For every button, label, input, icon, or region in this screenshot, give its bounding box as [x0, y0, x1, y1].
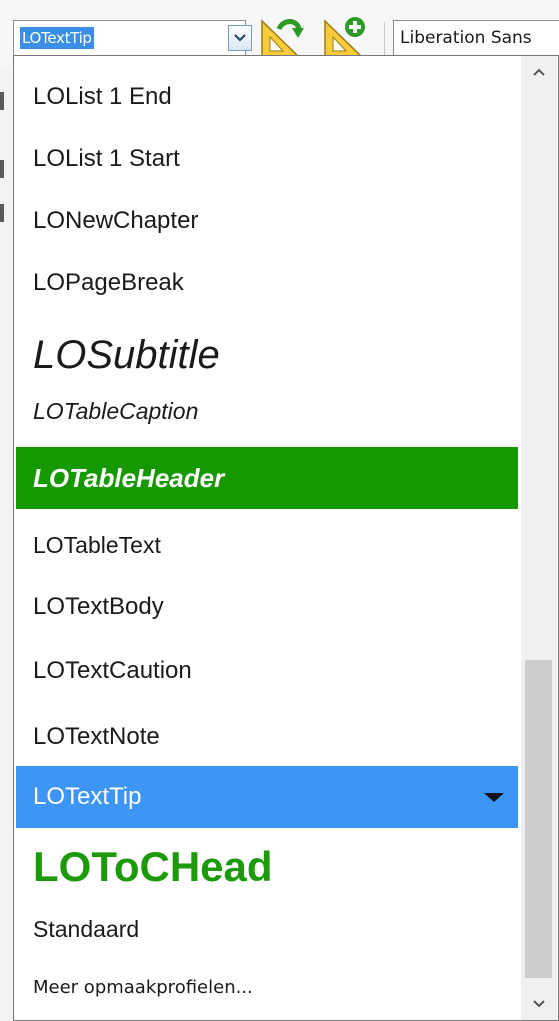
style-item-label: LOTextCaution	[33, 657, 192, 684]
style-item-lolist-1-end[interactable]: LOList 1 End	[16, 66, 518, 128]
style-item-label: LOTableCaption	[33, 397, 199, 424]
font-name-combobox[interactable]: Liberation Sans	[393, 20, 559, 56]
style-item-lotableheader[interactable]: LOTableHeader	[16, 447, 518, 509]
style-options-dropdown-icon[interactable]	[484, 793, 504, 802]
paragraph-style-value[interactable]: LOTextTip	[20, 27, 94, 49]
more-styles-label: Meer opmaakprofielen...	[33, 976, 253, 998]
style-item-label: LOPageBreak	[33, 269, 184, 296]
style-item-label: LOList 1 End	[33, 83, 172, 110]
style-item-lolist-1-start[interactable]: LOList 1 Start	[16, 128, 518, 190]
style-item-label: LOTextBody	[33, 593, 164, 620]
style-item-label: LOList 1 Start	[33, 145, 180, 172]
style-item-label: Standaard	[33, 915, 140, 942]
scrollbar-thumb[interactable]	[525, 660, 552, 978]
style-item-label: LOTextNote	[33, 723, 160, 750]
chevron-down-icon	[533, 1000, 545, 1008]
style-item-label: LOSubtitle	[33, 332, 220, 377]
style-item-label: LOTableHeader	[33, 462, 225, 493]
style-item-losubtitle[interactable]: LOSubtitle	[16, 314, 518, 396]
style-item-label: LONewChapter	[33, 207, 199, 234]
style-item-lotextnote[interactable]: LOTextNote	[16, 706, 518, 768]
more-styles-item[interactable]: Meer opmaakprofielen...	[16, 963, 518, 1011]
scroll-down-button[interactable]	[521, 988, 557, 1020]
style-item-lopagebreak[interactable]: LOPageBreak	[16, 252, 518, 314]
chevron-down-icon	[234, 34, 246, 42]
background-edge-mark	[0, 92, 4, 110]
style-item-lotablecaption[interactable]: LOTableCaption	[16, 386, 518, 436]
style-item-label: LOTableText	[33, 531, 161, 558]
chevron-up-icon	[533, 68, 545, 76]
paragraph-style-list[interactable]: LOList 1 End LOList 1 Start LONewChapter…	[13, 55, 559, 1021]
font-name-value[interactable]: Liberation Sans	[400, 28, 532, 48]
style-item-lotextcaution[interactable]: LOTextCaution	[16, 640, 518, 702]
toolbar-separator	[384, 22, 385, 58]
style-item-label: LOTextTip	[33, 783, 142, 810]
background-edge-mark	[0, 204, 4, 222]
style-item-lotextbody[interactable]: LOTextBody	[16, 576, 518, 638]
style-item-standaard[interactable]: Standaard	[16, 901, 518, 957]
background-edge-mark	[0, 160, 4, 178]
paragraph-style-dropdown-button[interactable]	[228, 25, 252, 51]
paragraph-style-combobox[interactable]: LOTextTip	[13, 20, 252, 56]
style-item-lotochead[interactable]: LOToCHead	[16, 832, 518, 902]
style-item-lotabletext[interactable]: LOTableText	[16, 514, 518, 576]
style-item-label: LOToCHead	[33, 843, 273, 890]
scroll-up-button[interactable]	[521, 56, 557, 88]
style-item-lotexttip-selected[interactable]: LOTextTip	[16, 766, 518, 828]
vertical-scrollbar[interactable]	[521, 56, 557, 1020]
style-item-lonewchapter[interactable]: LONewChapter	[16, 190, 518, 252]
